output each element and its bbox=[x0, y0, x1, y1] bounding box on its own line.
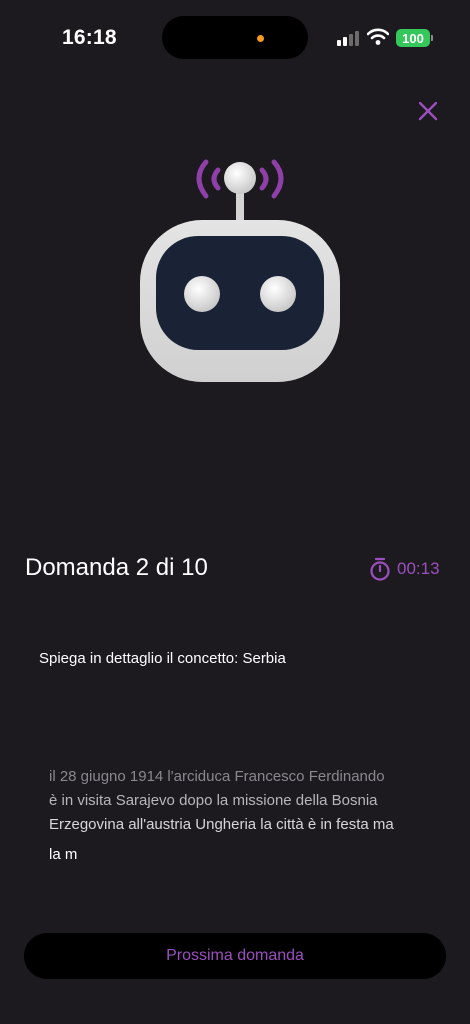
timer-value: 00:13 bbox=[397, 559, 440, 578]
answer-line: il 28 giugno 1914 l'arciduca Francesco F… bbox=[49, 768, 385, 785]
next-question-button[interactable]: Prossima domanda bbox=[24, 933, 446, 979]
timer: 00:13 bbox=[369, 557, 440, 581]
quiz-screen: 16:18 100 Domanda 2 di 10 00:13 Spiega i… bbox=[0, 0, 470, 1024]
answer-textarea[interactable]: il 28 giugno 1914 l'arciduca Francesco F… bbox=[49, 765, 421, 837]
close-icon bbox=[418, 101, 438, 121]
status-time: 16:18 bbox=[62, 26, 117, 49]
question-prompt: Spiega in dettaglio il concetto: Serbia bbox=[39, 650, 286, 667]
dynamic-island bbox=[162, 16, 308, 59]
status-bar: 16:18 100 bbox=[0, 0, 470, 76]
stopwatch-icon bbox=[370, 557, 390, 581]
cellular-signal-icon bbox=[337, 30, 359, 46]
answer-line: è in visita Sarajevo dopo la missione de… bbox=[49, 792, 378, 809]
battery-indicator: 100 bbox=[396, 29, 430, 47]
wifi-icon bbox=[367, 28, 389, 45]
close-button[interactable] bbox=[414, 97, 442, 125]
question-counter: Domanda 2 di 10 bbox=[25, 554, 208, 581]
robot-icon bbox=[140, 159, 340, 382]
answer-current-line[interactable]: la m bbox=[49, 846, 77, 863]
answer-line: Erzegovina all'austria Ungheria la città… bbox=[49, 816, 394, 833]
privacy-indicator bbox=[257, 35, 264, 42]
battery-tip bbox=[431, 35, 433, 41]
